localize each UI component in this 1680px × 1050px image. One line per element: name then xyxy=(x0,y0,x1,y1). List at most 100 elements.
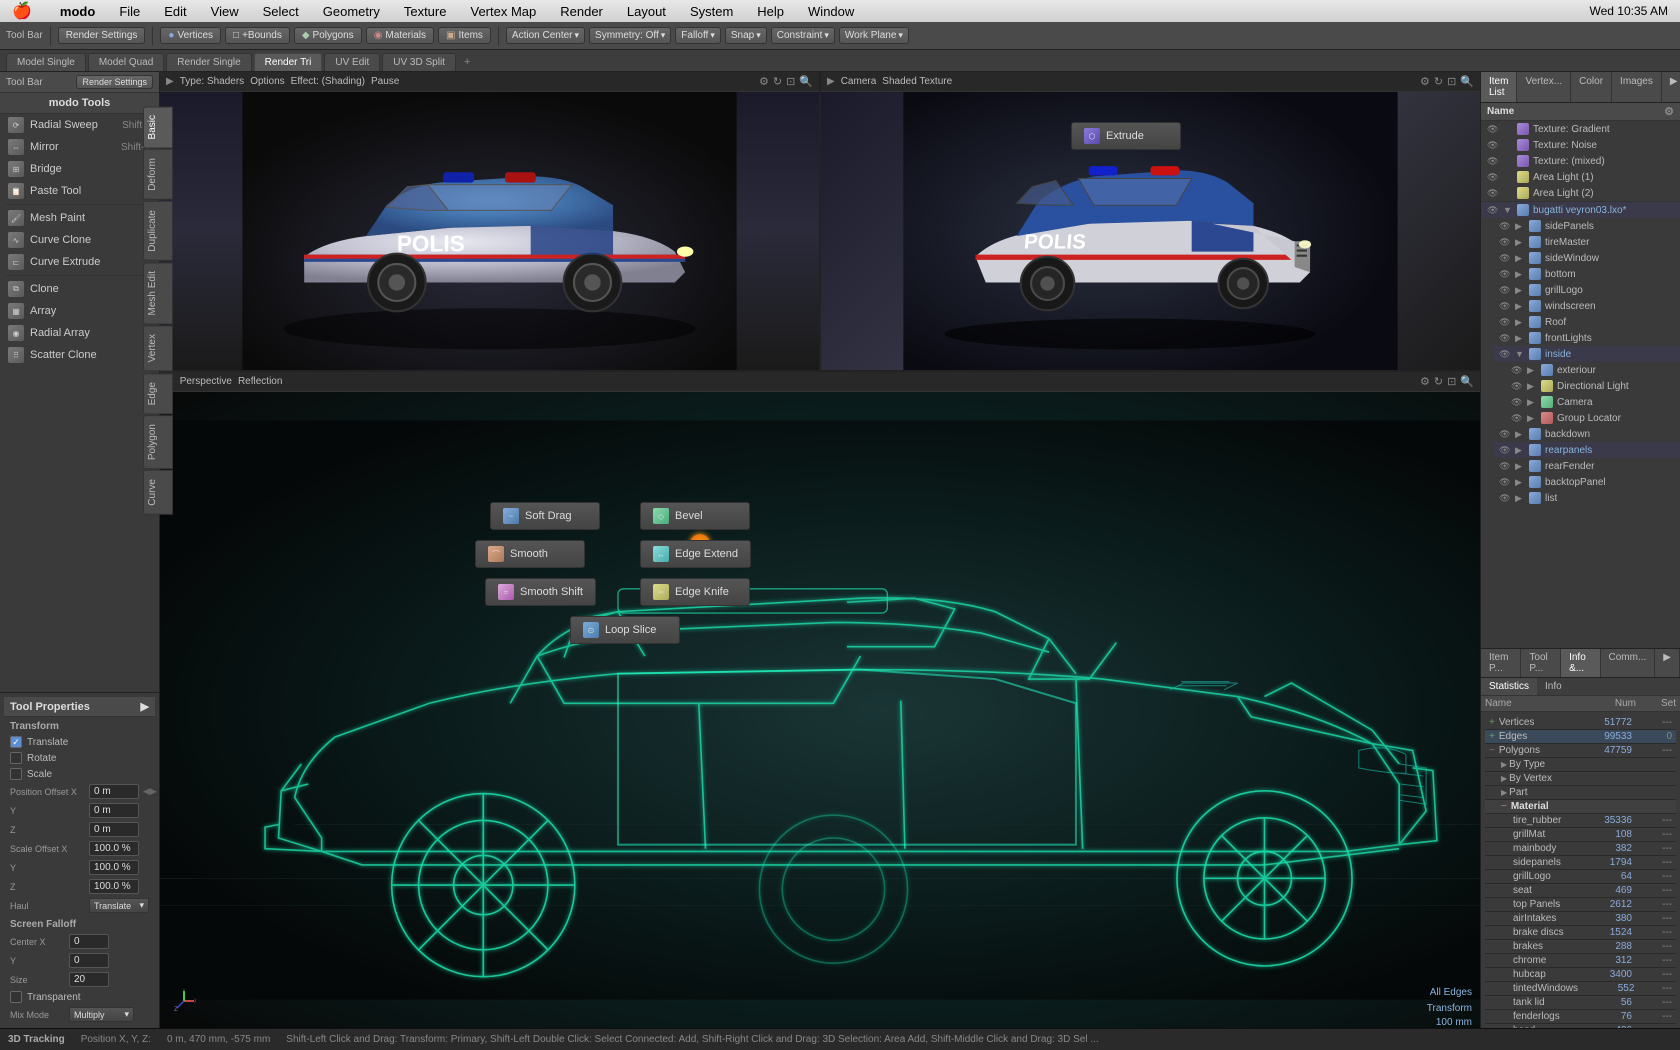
symmetry-dropdown[interactable]: Symmetry: Off xyxy=(589,27,671,44)
viewport-top-left[interactable]: ▶ Type: Shaders Options Effect: (Shading… xyxy=(160,72,821,370)
vp-bot-refresh-icon[interactable]: ↻ xyxy=(1434,375,1443,388)
il-eye-17[interactable]: 👁 xyxy=(1511,381,1523,392)
work-plane-dropdown[interactable]: Work Plane xyxy=(839,27,909,44)
il-eye-19[interactable]: 👁 xyxy=(1511,413,1523,424)
smooth-shift-btn[interactable]: ≈ Smooth Shift xyxy=(485,578,596,606)
sidebar-tab-duplicate[interactable]: Duplicate xyxy=(143,201,173,261)
extrude-btn[interactable]: ⬡ Extrude xyxy=(1071,122,1181,150)
il-eye-20[interactable]: 👁 xyxy=(1499,429,1511,440)
polygons-btn[interactable]: ◆ Polygons xyxy=(294,27,362,44)
il-tiremaster[interactable]: 👁 ▶ tireMaster xyxy=(1493,234,1680,250)
camera-label[interactable]: Camera xyxy=(841,76,877,87)
menu-file[interactable]: File xyxy=(115,2,144,21)
haul-select[interactable]: Translate xyxy=(89,898,149,913)
snap-dropdown[interactable]: Snap xyxy=(725,27,767,44)
stats-comm-tab[interactable]: Comm... xyxy=(1601,649,1656,677)
vp-bot-settings-icon[interactable]: ⚙ xyxy=(1420,375,1430,388)
il-eye-8[interactable]: 👁 xyxy=(1499,237,1511,248)
center-x-input[interactable] xyxy=(69,934,109,949)
il-tri-19[interactable]: ▶ xyxy=(1527,413,1537,424)
edge-knife-btn[interactable]: ✂ Edge Knife xyxy=(640,578,750,606)
il-eye-21[interactable]: 👁 xyxy=(1499,445,1511,456)
menu-help[interactable]: Help xyxy=(753,2,788,21)
il-tri-6[interactable]: ▼ xyxy=(1503,205,1513,215)
vp-refresh-icon[interactable]: ↻ xyxy=(773,75,782,88)
transparent-checkbox[interactable]: Transparent xyxy=(10,991,81,1003)
il-backdown[interactable]: 👁 ▶ backdown xyxy=(1493,426,1680,442)
il-texture-noise[interactable]: 👁 Texture: Noise xyxy=(1481,137,1680,153)
soft-drag-btn[interactable]: ~ Soft Drag xyxy=(490,502,600,530)
il-eye-5[interactable]: 👁 xyxy=(1487,188,1499,199)
il-eye-24[interactable]: 👁 xyxy=(1499,493,1511,504)
il-inside[interactable]: 👁 ▼ inside xyxy=(1493,346,1680,362)
il-tri-18[interactable]: ▶ xyxy=(1527,397,1537,408)
il-roof[interactable]: 👁 ▶ Roof xyxy=(1493,314,1680,330)
vp-search-icon[interactable]: 🔍 xyxy=(799,75,813,88)
il-eye-3[interactable]: 👁 xyxy=(1487,156,1499,167)
tab-uv-edit[interactable]: UV Edit xyxy=(324,53,380,71)
menu-texture[interactable]: Texture xyxy=(400,2,451,21)
il-tri-21[interactable]: ▶ xyxy=(1515,445,1525,456)
tool-radial-array[interactable]: ◉ Radial Array xyxy=(0,322,159,344)
render-settings-mini-btn[interactable]: Render Settings xyxy=(76,75,153,89)
vp-tr-refresh-icon[interactable]: ↻ xyxy=(1434,75,1443,88)
menu-window[interactable]: Window xyxy=(804,2,858,21)
il-tri-10[interactable]: ▶ xyxy=(1515,269,1525,280)
il-group-locator[interactable]: 👁 ▶ Group Locator xyxy=(1505,410,1680,426)
il-tri-22[interactable]: ▶ xyxy=(1515,461,1525,472)
stat-edge-expand[interactable]: + xyxy=(1489,731,1495,742)
vp-tr-maximize-icon[interactable]: ⊡ xyxy=(1447,75,1456,88)
pos-y-input[interactable] xyxy=(89,803,139,818)
menu-edit[interactable]: Edit xyxy=(160,2,190,21)
il-eye-22[interactable]: 👁 xyxy=(1499,461,1511,472)
menu-system[interactable]: System xyxy=(686,2,737,21)
il-area-light-2[interactable]: 👁 Area Light (2) xyxy=(1481,185,1680,201)
translate-checkbox[interactable]: ✓ Translate xyxy=(10,736,68,748)
menu-select[interactable]: Select xyxy=(259,2,303,21)
apple-menu[interactable]: 🍎 xyxy=(8,0,36,23)
images-tab[interactable]: Images xyxy=(1612,72,1662,102)
il-bottom[interactable]: 👁 ▶ bottom xyxy=(1493,266,1680,282)
il-eye-2[interactable]: 👁 xyxy=(1487,140,1499,151)
transparent-check-box[interactable] xyxy=(10,991,22,1003)
sidebar-tab-edge[interactable]: Edge xyxy=(143,373,173,414)
il-rearfender[interactable]: 👁 ▶ rearFender xyxy=(1493,458,1680,474)
action-center-dropdown[interactable]: Action Center xyxy=(506,27,585,44)
tool-curve-clone[interactable]: ∿ Curve Clone xyxy=(0,229,159,251)
pos-offset-x-input[interactable] xyxy=(89,784,139,799)
stat-mat-collapse[interactable]: − xyxy=(1501,801,1507,812)
menu-render[interactable]: Render xyxy=(556,2,607,21)
il-tri-16[interactable]: ▶ xyxy=(1527,365,1537,376)
il-tri-12[interactable]: ▶ xyxy=(1515,301,1525,312)
il-texture-mixed[interactable]: 👁 Texture: (mixed) xyxy=(1481,153,1680,169)
tab-model-quad[interactable]: Model Quad xyxy=(88,53,164,71)
constraint-dropdown[interactable]: Constraint xyxy=(771,27,835,44)
il-tri-20[interactable]: ▶ xyxy=(1515,429,1525,440)
vp-tr-settings-icon[interactable]: ⚙ xyxy=(1420,75,1430,88)
il-tri-11[interactable]: ▶ xyxy=(1515,285,1525,296)
tool-clone[interactable]: ⧉ Clone xyxy=(0,278,159,300)
translate-check-box[interactable]: ✓ xyxy=(10,736,22,748)
il-grilllogo[interactable]: 👁 ▶ grillLogo xyxy=(1493,282,1680,298)
sidebar-tab-basic[interactable]: Basic xyxy=(143,106,173,148)
tool-mirror[interactable]: ⇔ Mirror Shift-V xyxy=(0,136,159,158)
tab-add[interactable]: + xyxy=(458,53,476,71)
sidebar-tab-mesh-edit[interactable]: Mesh Edit xyxy=(143,262,173,324)
vp-settings-icon[interactable]: ⚙ xyxy=(759,75,769,88)
il-camera[interactable]: 👁 ▶ Camera xyxy=(1505,394,1680,410)
tool-bridge[interactable]: ⊞ Bridge xyxy=(0,158,159,180)
tool-radial-sweep[interactable]: ⟳ Radial Sweep Shift-L xyxy=(0,114,159,136)
stats-expand-btn[interactable]: ▶ xyxy=(1655,649,1680,677)
il-dir-light[interactable]: 👁 ▶ Directional Light xyxy=(1505,378,1680,394)
stats-tool-p-tab[interactable]: Tool P... xyxy=(1521,649,1561,677)
il-tri-7[interactable]: ▶ xyxy=(1515,221,1525,232)
viewport-bottom[interactable]: ▶ Perspective Reflection ⚙ ↻ ⊡ 🔍 xyxy=(160,372,1480,1028)
il-tri-24[interactable]: ▶ xyxy=(1515,493,1525,504)
tool-props-expand[interactable]: ▶ xyxy=(141,700,149,713)
il-texture-gradient[interactable]: 👁 Texture: Gradient xyxy=(1481,121,1680,137)
il-tri-9[interactable]: ▶ xyxy=(1515,253,1525,264)
item-list-tab[interactable]: Item List xyxy=(1481,72,1517,102)
sidebar-tab-vertex[interactable]: Vertex xyxy=(143,325,173,371)
falloff-dropdown[interactable]: Falloff xyxy=(675,27,721,44)
il-frontlights[interactable]: 👁 ▶ frontLights xyxy=(1493,330,1680,346)
